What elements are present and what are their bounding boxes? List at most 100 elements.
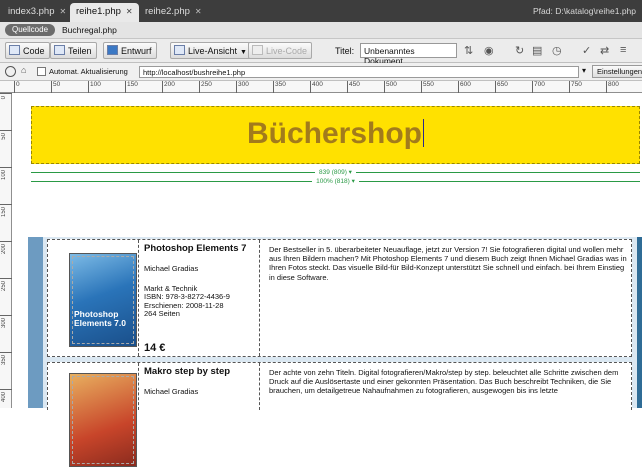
ruler-label: 550 (423, 81, 434, 88)
ruler-tick (199, 81, 200, 93)
file-management-icon[interactable]: ⇅ (464, 44, 473, 57)
related-files-bar: Quellcode Buchregal.php (0, 22, 642, 39)
stop-icon[interactable] (5, 66, 16, 77)
ruler-tick (0, 352, 12, 353)
book-title: Photoshop Elements 7 (144, 243, 247, 254)
book-entry[interactable]: Photoshop Elements 7.0 Photoshop Element… (47, 239, 632, 357)
ruler-label: 800 (608, 81, 619, 88)
related-file-link[interactable]: Buchregal.php (62, 25, 117, 35)
ruler-tick (310, 81, 311, 93)
live-code-icon (252, 45, 263, 55)
split-view-button[interactable]: Teilen (50, 42, 97, 59)
ruler-label: 150 (127, 81, 138, 88)
ruler-tick (421, 81, 422, 93)
live-view-icon (174, 45, 185, 55)
ruler-tick (0, 130, 12, 131)
code-view-button[interactable]: Code (5, 42, 50, 59)
ruler-tick (0, 315, 12, 316)
ruler-tick (384, 81, 385, 93)
width-indicator-percent[interactable]: 100% (818) ▾ (31, 177, 640, 185)
title-label: Titel: (335, 46, 355, 56)
ruler-label: 400 (1, 392, 7, 403)
document-tab-bar: index3.php ✕ reihe1.php ✕ reihe2.php ✕ Pfad… (0, 0, 642, 22)
auto-refresh-label: Automat. Aktualisierung (49, 67, 128, 76)
preview-browser-icon[interactable]: ◉ (484, 44, 494, 57)
settings-button[interactable]: Einstellungen... (592, 65, 642, 78)
design-icon (107, 45, 118, 55)
vertical-ruler: 0 50 100 150 200 250 300 350 400 (0, 93, 12, 408)
document-toolbar: Code Teilen Entwurf Live-Ansicht ▼ Live-C… (0, 39, 642, 66)
ruler-tick (347, 81, 348, 93)
ruler-label: 750 (571, 81, 582, 88)
ruler-label: 200 (164, 81, 175, 88)
refresh-icon[interactable]: ↻ (515, 44, 524, 57)
ruler-label: 250 (201, 81, 212, 88)
text-cursor (423, 119, 425, 147)
close-tab-icon[interactable]: ✕ (126, 7, 133, 16)
chevron-down-icon[interactable]: ▾ (582, 66, 586, 75)
ruler-label: 350 (275, 81, 286, 88)
ruler-tick (458, 81, 459, 93)
book-entry[interactable]: Makro step by step Michael Gradias Der a… (47, 362, 632, 467)
ruler-tick (14, 81, 15, 93)
ruler-label: 250 (1, 281, 7, 292)
ruler-tick (0, 278, 12, 279)
ruler-tick (88, 81, 89, 93)
book-price: 14 € (144, 341, 166, 354)
close-tab-icon[interactable]: ✕ (59, 7, 66, 16)
validate-markup-icon[interactable]: ✓ (582, 44, 591, 57)
source-code-pill[interactable]: Quellcode (5, 24, 56, 36)
document-title-input[interactable]: Unbenanntes Dokument (360, 43, 457, 66)
ruler-tick (0, 389, 12, 390)
book-title: Makro step by step (144, 366, 231, 377)
visual-aids-icon[interactable]: ◷ (552, 44, 562, 57)
ruler-tick (162, 81, 163, 93)
live-code-button[interactable]: Live-Code (248, 42, 313, 59)
book-cover-image: Photoshop Elements 7.0 (69, 253, 137, 347)
code-icon (9, 45, 20, 55)
right-column-bar (637, 237, 642, 408)
view-options-icon[interactable]: ▤ (532, 44, 542, 57)
book-description: Der achte von zehn Titeln. Digital fotog… (269, 368, 619, 396)
book-info: Makro step by step Michael Gradias (138, 363, 260, 410)
live-view-button[interactable]: Live-Ansicht ▼ (170, 42, 252, 59)
left-column-bar (28, 237, 43, 408)
chevron-down-icon: ▼ (240, 49, 247, 56)
horizontal-ruler: 0 50 100 150 200 250 300 350 400 450 500 550 600 650 7… (0, 81, 642, 93)
ruler-label: 450 (349, 81, 360, 88)
page-heading[interactable]: Büchershop (32, 117, 639, 151)
tab-reihe1[interactable]: reihe1.php ✕ (70, 3, 139, 22)
ruler-label: 0 (16, 81, 20, 88)
ruler-tick (236, 81, 237, 93)
page-header[interactable]: Büchershop (31, 106, 640, 164)
ruler-label: 50 (1, 133, 7, 140)
ruler-label: 150 (1, 207, 7, 218)
design-view-button[interactable]: Entwurf (103, 42, 157, 59)
ruler-tick (0, 204, 12, 205)
file-path: Pfad: D:\katalog\reihe1.php (532, 6, 636, 16)
design-canvas[interactable]: Büchershop 839 (809) ▾ 100% (818) ▾ Phot… (13, 94, 642, 467)
ruler-label: 650 (497, 81, 508, 88)
tab-index3[interactable]: index3.php ✕ (2, 3, 72, 22)
browser-compatibility-icon[interactable]: ⇄ (600, 44, 609, 57)
home-icon[interactable]: ⌂ (21, 65, 26, 75)
more-options-icon[interactable]: ≡ (620, 44, 626, 56)
ruler-tick (125, 81, 126, 93)
book-info: Photoshop Elements 7 Michael Gradias Mar… (138, 240, 260, 356)
address-input[interactable]: http://localhost/bushreihe1.php (139, 66, 579, 78)
book-description: Der Bestseller in 5. überarbeiteter Neua… (269, 245, 627, 282)
book-author: Michael Gradias (144, 264, 199, 273)
close-tab-icon[interactable]: ✕ (195, 7, 202, 16)
tab-reihe2[interactable]: reihe2.php ✕ (139, 3, 208, 22)
auto-refresh-checkbox[interactable] (37, 67, 46, 76)
book-author: Michael Gradias (144, 387, 199, 396)
ruler-label: 100 (90, 81, 101, 88)
ruler-tick (0, 241, 12, 242)
ruler-tick (532, 81, 533, 93)
book-list-area: Photoshop Elements 7.0 Photoshop Element… (28, 237, 642, 467)
ruler-label: 200 (1, 244, 7, 255)
ruler-label: 600 (460, 81, 471, 88)
book-cover-image (69, 373, 137, 467)
width-indicator[interactable]: 839 (809) ▾ (31, 168, 640, 176)
ruler-label: 500 (386, 81, 397, 88)
